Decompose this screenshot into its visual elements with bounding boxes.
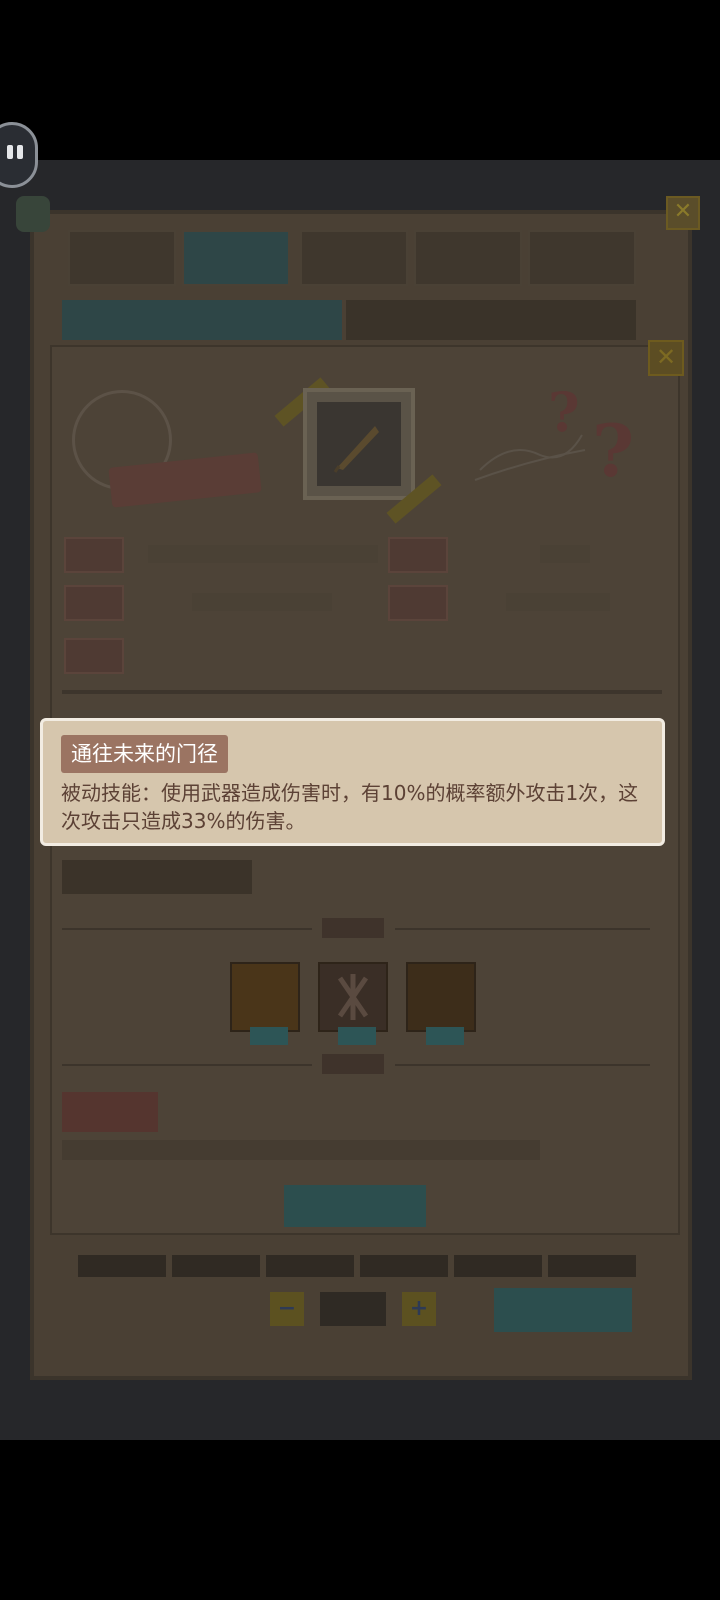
tab-3[interactable] [300,230,408,286]
slot[interactable] [548,1255,636,1277]
field-value [148,545,378,563]
skill-icon-2[interactable] [318,962,388,1032]
skill-name: 通往未来的门径 [61,735,228,773]
divider-line [62,1064,312,1066]
skill-badge [426,1027,464,1045]
slot[interactable] [454,1255,542,1277]
gem-icon [16,196,50,232]
select-button[interactable] [284,1185,426,1227]
field-label [388,537,448,573]
feather-quill-icon [317,402,401,486]
item-frame [303,388,415,500]
divider-label [322,918,384,938]
skill-icon-3[interactable] [406,962,476,1032]
pause-icon [7,145,13,159]
slot[interactable] [266,1255,354,1277]
skill-description: 被动技能：使用武器造成伤害时，有10%的概率额外攻击1次，这次攻击只造成33%的… [61,781,639,833]
question-mark-icon: ? [592,408,635,493]
field-label [64,585,124,621]
slot[interactable] [172,1255,260,1277]
tab-5[interactable] [528,230,636,286]
field-label [388,585,448,621]
subtab-2[interactable] [346,300,636,340]
tab-4[interactable] [414,230,522,286]
slot[interactable] [360,1255,448,1277]
use-button[interactable] [494,1288,632,1332]
minus-button[interactable]: − [270,1292,304,1326]
tab-1[interactable] [68,230,176,286]
quantity-field[interactable] [320,1292,386,1326]
divider-line [62,928,312,930]
skill-icon-1[interactable] [230,962,300,1032]
field-label [64,638,124,674]
question-mark-icon: ? [548,380,580,444]
skill-section-header [62,860,252,894]
field-value [540,545,590,563]
skill-tooltip: 通往未来的门径 被动技能：使用武器造成伤害时，有10%的概率额外攻击1次，这次攻… [40,718,665,846]
divider-line [395,1064,650,1066]
divider-line [395,928,650,930]
subtab-1[interactable] [62,300,342,340]
field-value [506,593,610,611]
slot[interactable] [78,1255,166,1277]
description-line [62,690,662,694]
field-value [192,593,332,611]
skill-badge [338,1027,376,1045]
tool-label [62,1092,158,1132]
pause-icon-bar [17,145,23,159]
card-close-button[interactable]: ✕ [648,340,684,376]
tab-2[interactable] [182,230,290,286]
skill-badge [250,1027,288,1045]
panel-close-button[interactable]: ✕ [666,196,700,230]
back-button[interactable] [0,122,38,188]
tool-description [62,1140,540,1160]
plus-button[interactable]: + [402,1292,436,1326]
divider-label [322,1054,384,1074]
field-label [64,537,124,573]
